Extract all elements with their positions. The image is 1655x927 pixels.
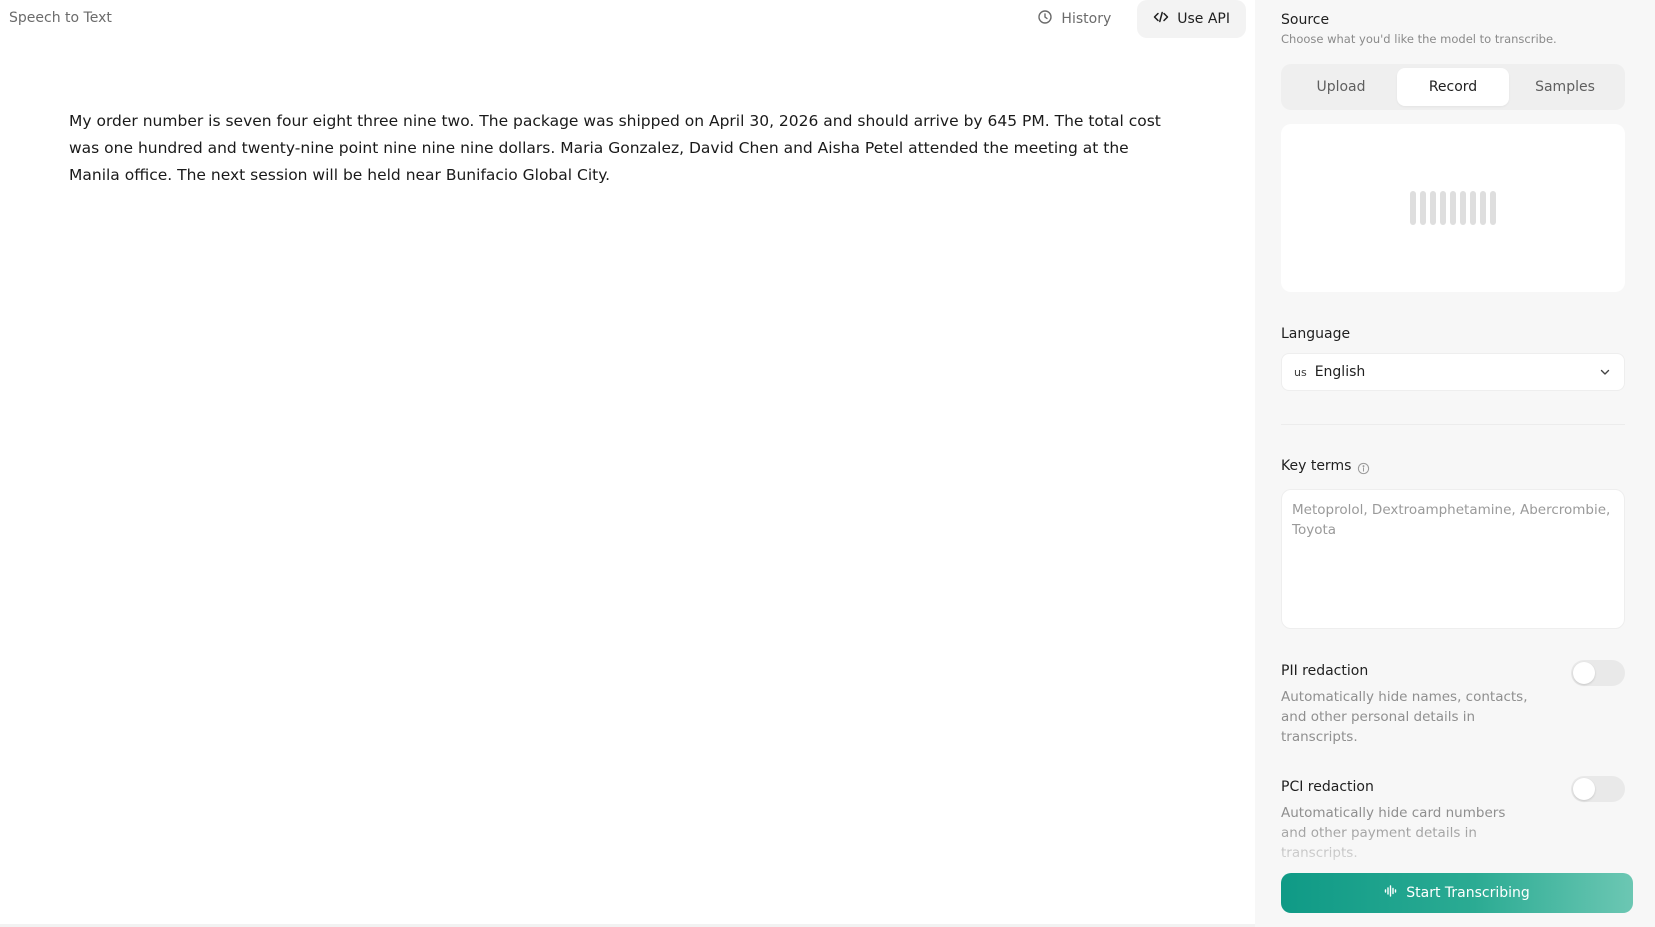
pii-redaction-row: PII redaction Automatically hide names, …: [1281, 660, 1625, 747]
pci-redaction-toggle[interactable]: [1571, 776, 1625, 802]
history-icon: [1037, 9, 1053, 29]
key-terms-header: Key terms: [1281, 458, 1370, 474]
start-transcribing-label: Start Transcribing: [1406, 885, 1530, 901]
source-header: Source Choose what you'd like the model …: [1281, 12, 1557, 46]
audio-waveform-icon: [1384, 884, 1398, 902]
waveform-icon: [1410, 191, 1496, 225]
settings-sidebar: Source Choose what you'd like the model …: [1255, 0, 1655, 927]
key-terms-label: Key terms: [1281, 458, 1352, 474]
language-label: Language: [1281, 326, 1351, 342]
language-select[interactable]: us English: [1281, 353, 1625, 391]
use-api-button[interactable]: Use API: [1137, 0, 1246, 38]
code-icon: [1153, 9, 1169, 29]
source-tabs: Upload Record Samples: [1281, 64, 1625, 110]
pii-redaction-toggle[interactable]: [1571, 660, 1625, 686]
history-button[interactable]: History: [1021, 0, 1127, 38]
use-api-button-label: Use API: [1177, 11, 1230, 27]
app-title: Speech to Text: [9, 10, 112, 26]
language-flag-code: us: [1294, 365, 1307, 379]
language-header: Language: [1281, 326, 1350, 342]
section-divider: [1281, 424, 1625, 425]
info-icon[interactable]: [1357, 460, 1370, 474]
chevron-down-icon: [1598, 365, 1612, 379]
key-terms-input[interactable]: [1281, 489, 1625, 629]
pci-redaction-row: PCI redaction Automatically hide card nu…: [1281, 776, 1625, 863]
history-button-label: History: [1061, 11, 1112, 27]
source-description: Choose what you'd like the model to tran…: [1281, 32, 1557, 46]
record-area[interactable]: [1281, 124, 1625, 292]
transcript-text: My order number is seven four eight thre…: [69, 112, 1161, 184]
source-label: Source: [1281, 12, 1330, 28]
pii-redaction-description: Automatically hide names, contacts, and …: [1281, 689, 1528, 745]
pci-redaction-description: Automatically hide card numbers and othe…: [1281, 805, 1506, 861]
tab-record[interactable]: Record: [1397, 68, 1509, 106]
language-value: English: [1314, 364, 1366, 380]
topbar-actions: History Use API: [1021, 0, 1246, 38]
tab-upload[interactable]: Upload: [1285, 68, 1397, 106]
main-panel: Speech to Text History Use API My order: [0, 0, 1255, 924]
tab-samples[interactable]: Samples: [1509, 68, 1621, 106]
start-transcribing-button[interactable]: Start Transcribing: [1281, 873, 1633, 913]
